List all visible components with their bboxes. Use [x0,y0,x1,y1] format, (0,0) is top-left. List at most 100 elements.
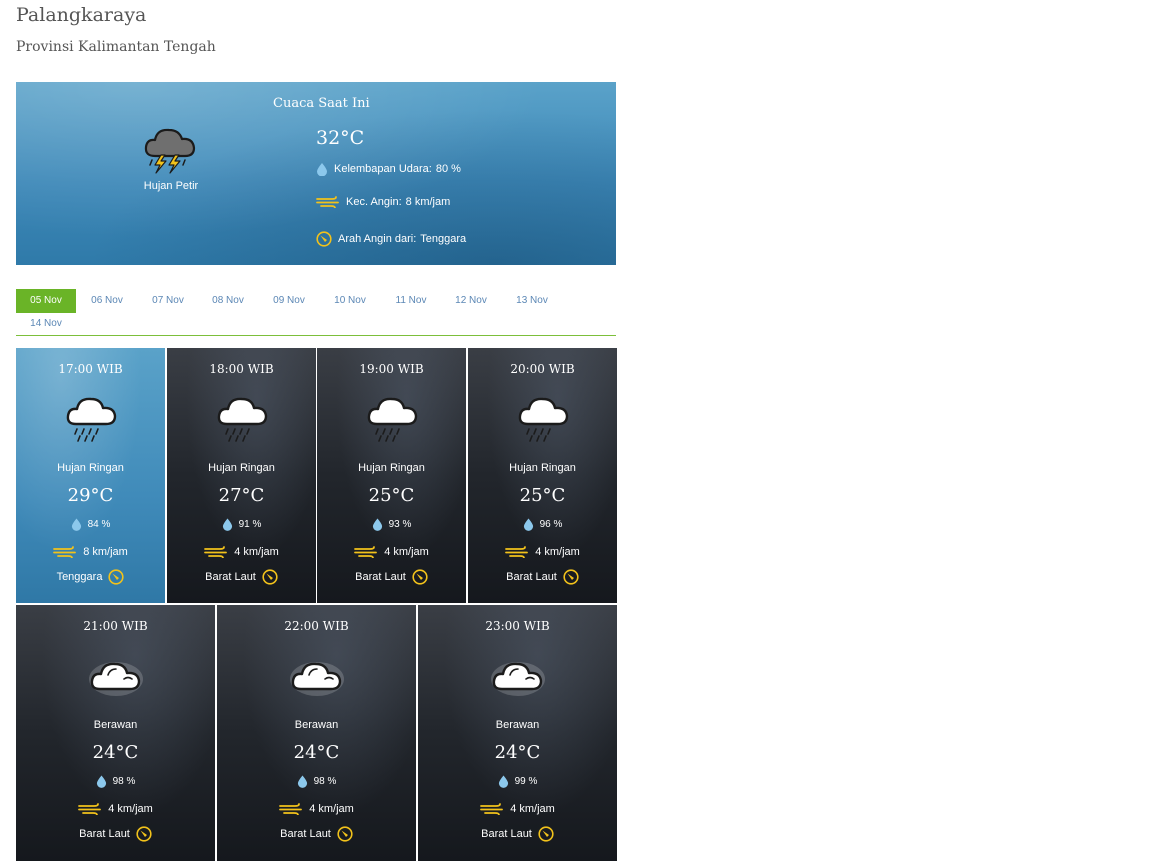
forecast-time: 20:00 WIB [510,362,575,376]
tab-05-nov[interactable]: 05 Nov [16,289,76,313]
forecast-card-1900[interactable]: 19:00 WIB Hujan Ringan 25°C 93 % 4 km/ja… [317,348,466,603]
forecast-time: 17:00 WIB [58,362,123,376]
forecast-temperature: 25°C [519,485,566,506]
tab-11-nov[interactable]: 11 Nov [381,289,441,313]
water-drop-icon [523,517,534,531]
wind-speed-value: 4 km/jam [384,546,429,558]
tab-14-nov[interactable]: 14 Nov [16,312,76,336]
cloudy-icon [490,649,546,701]
wind-speed-value: 4 km/jam [510,803,555,815]
water-drop-icon [297,774,308,788]
forecast-condition: Hujan Ringan [358,462,425,474]
forecast-humidity: 91 % [167,517,316,531]
light-rain-icon [515,392,571,444]
forecast-temperature: 29°C [67,485,114,506]
forecast-time: 22:00 WIB [284,619,349,633]
light-rain-icon [364,392,420,444]
tab-13-nov[interactable]: 13 Nov [502,289,562,313]
humidity-value: 84 % [87,518,111,530]
forecast-condition: Berawan [495,719,540,731]
current-condition: Hujan Petir [143,180,199,192]
cloudy-icon [289,649,345,701]
forecast-direction: Tenggara [16,569,165,585]
forecast-condition: Hujan Ringan [208,462,275,474]
forecast-card-1800[interactable]: 18:00 WIB Hujan Ringan 27°C 91 % 4 km/ja… [167,348,316,603]
wind-direction-value: Barat Laut [506,571,557,583]
wind-icon [354,546,378,558]
compass-icon [337,826,353,842]
forecast-direction: Barat Laut [317,569,466,585]
humidity-value: 96 % [539,518,563,530]
current-weather-panel: Cuaca Saat Ini Hujan Petir 32°C Kelembap… [16,82,616,265]
forecast-direction: Barat Laut [167,569,316,585]
wind-icon [316,196,340,208]
forecast-wind: 4 km/jam [418,803,617,815]
tab-06-nov[interactable]: 06 Nov [77,289,137,313]
wind-icon [279,803,303,815]
humidity-value: 93 % [388,518,412,530]
forecast-time: 23:00 WIB [485,619,550,633]
humidity-value: 91 % [238,518,262,530]
water-drop-icon [96,774,107,788]
forecast-wind: 4 km/jam [217,803,416,815]
forecast-wind: 4 km/jam [167,546,316,558]
current-weather-title: Cuaca Saat Ini [273,96,370,111]
forecast-time: 18:00 WIB [209,362,274,376]
wind-direction-value: Barat Laut [79,828,130,840]
current-temperature: 32°C [316,127,365,149]
tab-09-nov[interactable]: 09 Nov [259,289,319,313]
humidity-value: 80 % [435,163,461,175]
wind-direction-value: Barat Laut [355,571,406,583]
forecast-wind: 8 km/jam [16,546,165,558]
forecast-humidity: 99 % [418,774,617,788]
forecast-humidity: 96 % [468,517,617,531]
forecast-card-1700[interactable]: 17:00 WIB Hujan Ringan 29°C 84 % 8 km/ja… [16,348,165,603]
humidity-value: 98 % [313,775,337,787]
current-wind-speed: Kec. Angin: 8 km/jam [316,196,450,208]
tab-08-nov[interactable]: 08 Nov [198,289,258,313]
forecast-temperature: 24°C [92,742,139,763]
forecast-humidity: 84 % [16,517,165,531]
tab-07-nov[interactable]: 07 Nov [138,289,198,313]
tab-12-nov[interactable]: 12 Nov [441,289,501,313]
forecast-temperature: 25°C [368,485,415,506]
humidity-label: Kelembapan Udara: [334,163,432,175]
humidity-value: 99 % [514,775,538,787]
wind-icon [78,803,102,815]
current-humidity: Kelembapan Udara: 80 % [316,162,461,176]
wind-speed-value: 8 km/jam [405,196,451,208]
forecast-wind: 4 km/jam [317,546,466,558]
forecast-card-2000[interactable]: 20:00 WIB Hujan Ringan 25°C 96 % 4 km/ja… [468,348,617,603]
wind-direction-value: Tenggara [56,571,103,583]
wind-icon [505,546,529,558]
forecast-condition: Berawan [93,719,138,731]
wind-direction-value: Barat Laut [280,828,331,840]
water-drop-icon [222,517,233,531]
wind-icon [480,803,504,815]
wind-speed-value: 4 km/jam [309,803,354,815]
forecast-direction: Barat Laut [16,826,215,842]
light-rain-icon [214,392,270,444]
wind-speed-value: 4 km/jam [108,803,153,815]
water-drop-icon [372,517,383,531]
wind-direction-value: Barat Laut [205,571,256,583]
forecast-card-2200[interactable]: 22:00 WIB Berawan 24°C 98 % 4 km/jam Bar… [217,605,416,861]
wind-icon [204,546,228,558]
compass-icon [108,569,125,585]
forecast-card-2100[interactable]: 21:00 WIB Berawan 24°C 98 % 4 km/jam Bar… [16,605,215,861]
forecast-humidity: 98 % [217,774,416,788]
compass-icon [563,569,579,585]
forecast-temperature: 24°C [494,742,541,763]
forecast-condition: Hujan Ringan [57,462,124,474]
wind-direction-value: Barat Laut [481,828,532,840]
forecast-direction: Barat Laut [418,826,617,842]
forecast-direction: Barat Laut [468,569,617,585]
forecast-humidity: 93 % [317,517,466,531]
tab-10-nov[interactable]: 10 Nov [320,289,380,313]
forecast-card-2300[interactable]: 23:00 WIB Berawan 24°C 99 % 4 km/jam Bar… [418,605,617,861]
forecast-temperature: 27°C [218,485,265,506]
forecast-direction: Barat Laut [217,826,416,842]
forecast-condition: Hujan Ringan [509,462,576,474]
date-tabs: 05 Nov 06 Nov 07 Nov 08 Nov 09 Nov 10 No… [16,289,616,336]
city-name: Palangkaraya [16,4,147,26]
